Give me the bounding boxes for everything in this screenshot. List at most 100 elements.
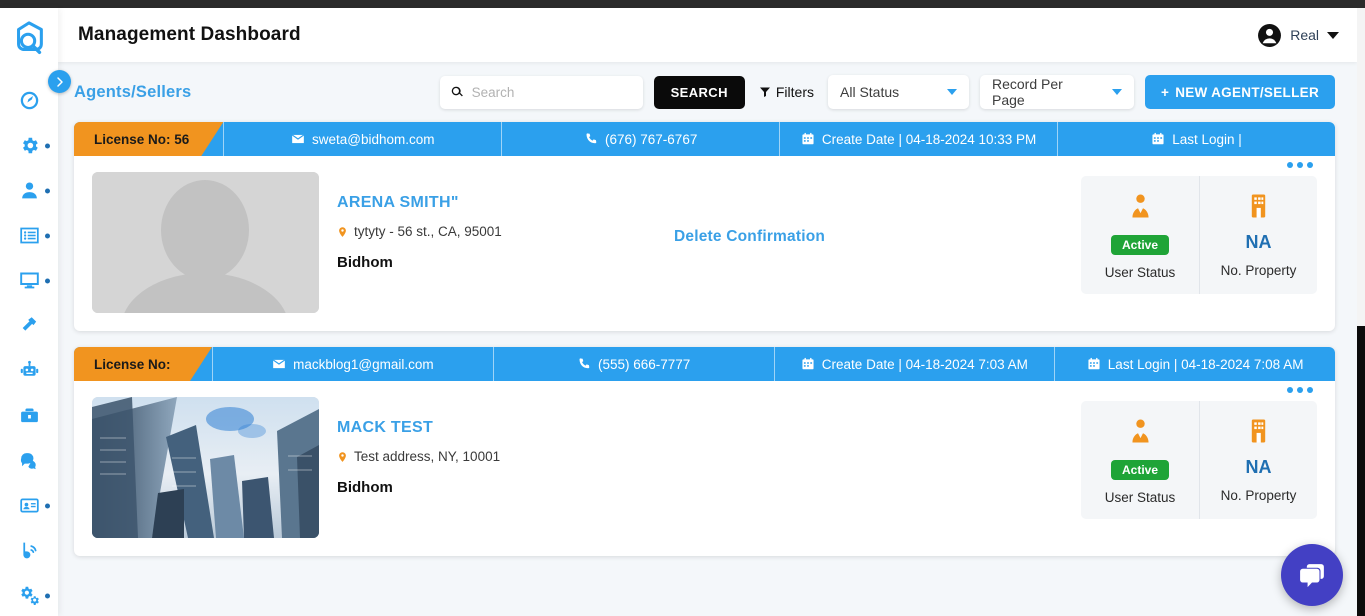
card-menu-button[interactable]	[1287, 162, 1313, 168]
sidebar-item-users[interactable]	[0, 168, 58, 213]
agent-name[interactable]: MACK TEST	[337, 419, 1081, 437]
agent-stats: Active User Status NA No. Property	[1081, 176, 1317, 294]
search-button[interactable]: SEARCH	[653, 75, 745, 109]
blog-icon	[22, 542, 36, 559]
sidebar-item-tools[interactable]	[0, 303, 58, 348]
building-icon-wrap	[1206, 416, 1311, 446]
email-text: mackblog1@gmail.com	[293, 356, 434, 372]
list-icon	[19, 227, 39, 244]
create-date-text: Create Date | 04-18-2024 7:03 AM	[821, 356, 1028, 372]
new-agent-seller-label: NEW AGENT/SELLER	[1175, 84, 1319, 100]
monitor-icon	[19, 272, 39, 289]
filters-button[interactable]: Filters	[756, 84, 817, 100]
user-name: Real	[1290, 27, 1319, 43]
agent-address-text: tytyty - 56 st., CA, 95001	[354, 224, 502, 239]
sidebar-expand-button[interactable]	[48, 70, 71, 93]
agent-card-body: MACK TEST Test address, NY, 10001 Bidhom…	[74, 381, 1335, 556]
agent-stats: Active User Status NA No. Property	[1081, 401, 1317, 519]
hammer-icon	[22, 317, 36, 331]
filters-label: Filters	[775, 84, 814, 100]
phone-cell[interactable]: (676) 767-6767	[501, 122, 779, 156]
create-date-text: Create Date | 04-18-2024 10:33 PM	[821, 131, 1037, 147]
briefcase-icon	[20, 408, 38, 423]
sidebar-item-messages[interactable]	[0, 438, 58, 483]
agent-card-band: License No: mackblog1@gmail.com (555) 66…	[74, 347, 1335, 381]
last-login-cell: Last Login | 04-18-2024 7:08 AM	[1054, 347, 1335, 381]
email-cell[interactable]: sweta@bidhom.com	[223, 122, 501, 156]
status-select[interactable]: All Status	[828, 75, 969, 109]
browser-top-strip	[0, 0, 1365, 8]
license-tag: License No: 56	[74, 122, 223, 156]
stat-no-property: NA No. Property	[1199, 176, 1317, 294]
agent-company: Bidhom	[337, 479, 393, 496]
new-agent-seller-button[interactable]: + NEW AGENT/SELLER	[1145, 75, 1335, 109]
app-root: Management Dashboard Real Agents/Sellers…	[0, 0, 1365, 616]
status-label: User Status	[1104, 490, 1176, 505]
sidebar-dot	[45, 593, 50, 598]
agent-photo	[92, 172, 319, 313]
email-text: sweta@bidhom.com	[312, 131, 435, 147]
create-date-cell: Create Date | 04-18-2024 10:33 PM	[779, 122, 1057, 156]
sidebar-item-website[interactable]	[0, 258, 58, 303]
sidebar-dot	[45, 278, 50, 283]
scrollbar-thumb[interactable]	[1357, 8, 1365, 326]
agent-person-icon	[1131, 419, 1149, 443]
toolbar-controls: SEARCH Filters All Status Record Per Pag…	[439, 75, 1335, 109]
card-menu-button[interactable]	[1287, 387, 1313, 393]
sidebar-item-contacts[interactable]	[0, 483, 58, 528]
agent-address: Test address, NY, 10001	[337, 449, 1081, 464]
user-menu[interactable]: Real	[1257, 23, 1339, 48]
chat-widget-button[interactable]	[1281, 544, 1343, 606]
property-label: No. Property	[1220, 263, 1297, 278]
envelope-icon	[272, 359, 286, 369]
phone-icon	[586, 133, 597, 144]
sidebar-nav	[0, 70, 58, 616]
app-logo[interactable]	[0, 8, 58, 70]
sidebar-item-listings[interactable]	[0, 213, 58, 258]
calendar-icon	[1152, 132, 1164, 145]
person-icon	[21, 182, 37, 199]
account-circle-icon	[1258, 23, 1282, 47]
main-content: Agents/Sellers SEARCH Filters All Status…	[58, 62, 1357, 616]
gear-icon	[22, 137, 38, 154]
phone-cell[interactable]: (555) 666-7777	[492, 347, 774, 381]
stat-user-status: Active User Status	[1081, 401, 1199, 519]
agent-card: License No: 56 sweta@bidhom.com (676) 76…	[74, 122, 1335, 331]
sidebar-dot	[45, 503, 50, 508]
sidebar-item-settings[interactable]	[0, 123, 58, 168]
page-scrollbar[interactable]	[1357, 8, 1365, 616]
content-toolbar: Agents/Sellers SEARCH Filters All Status…	[58, 62, 1357, 122]
email-cell[interactable]: mackblog1@gmail.com	[212, 347, 493, 381]
agent-photo	[92, 397, 319, 538]
agent-card-band: License No: 56 sweta@bidhom.com (676) 76…	[74, 122, 1335, 156]
search-icon	[451, 86, 463, 97]
status-label: User Status	[1104, 265, 1176, 280]
chat-icon	[20, 453, 36, 470]
status-select-value: All Status	[840, 84, 900, 100]
stat-no-property: NA No. Property	[1199, 401, 1317, 519]
phone-text: (555) 666-7777	[597, 356, 691, 372]
sidebar-item-config[interactable]	[0, 573, 58, 616]
page-header: Management Dashboard Real	[58, 8, 1357, 62]
search-box[interactable]	[439, 75, 643, 109]
chevron-right-icon	[56, 76, 63, 87]
sidebar-item-blog[interactable]	[0, 528, 58, 573]
sidebar-item-automation[interactable]	[0, 348, 58, 393]
plus-icon: +	[1161, 84, 1170, 100]
breadcrumb-heading: Agents/Sellers	[74, 82, 192, 101]
sidebar-item-business[interactable]	[0, 393, 58, 438]
search-input[interactable]	[471, 84, 633, 100]
building-icon	[1251, 419, 1266, 443]
sidebar-dot	[45, 188, 50, 193]
agent-name[interactable]: ARENA SMITH"	[337, 194, 1081, 212]
sidebar-dot	[45, 143, 50, 148]
delete-confirmation-text: Delete Confirmation	[674, 228, 826, 245]
record-per-page-select[interactable]: Record Per Page	[980, 75, 1134, 109]
phone-text: (676) 767-6767	[605, 131, 698, 147]
building-icon-wrap	[1206, 191, 1311, 221]
license-tag: License No:	[74, 347, 212, 381]
agent-company: Bidhom	[337, 254, 393, 271]
status-badge: Active	[1110, 460, 1170, 480]
sidebar	[0, 8, 58, 616]
status-badge: Active	[1110, 235, 1170, 255]
